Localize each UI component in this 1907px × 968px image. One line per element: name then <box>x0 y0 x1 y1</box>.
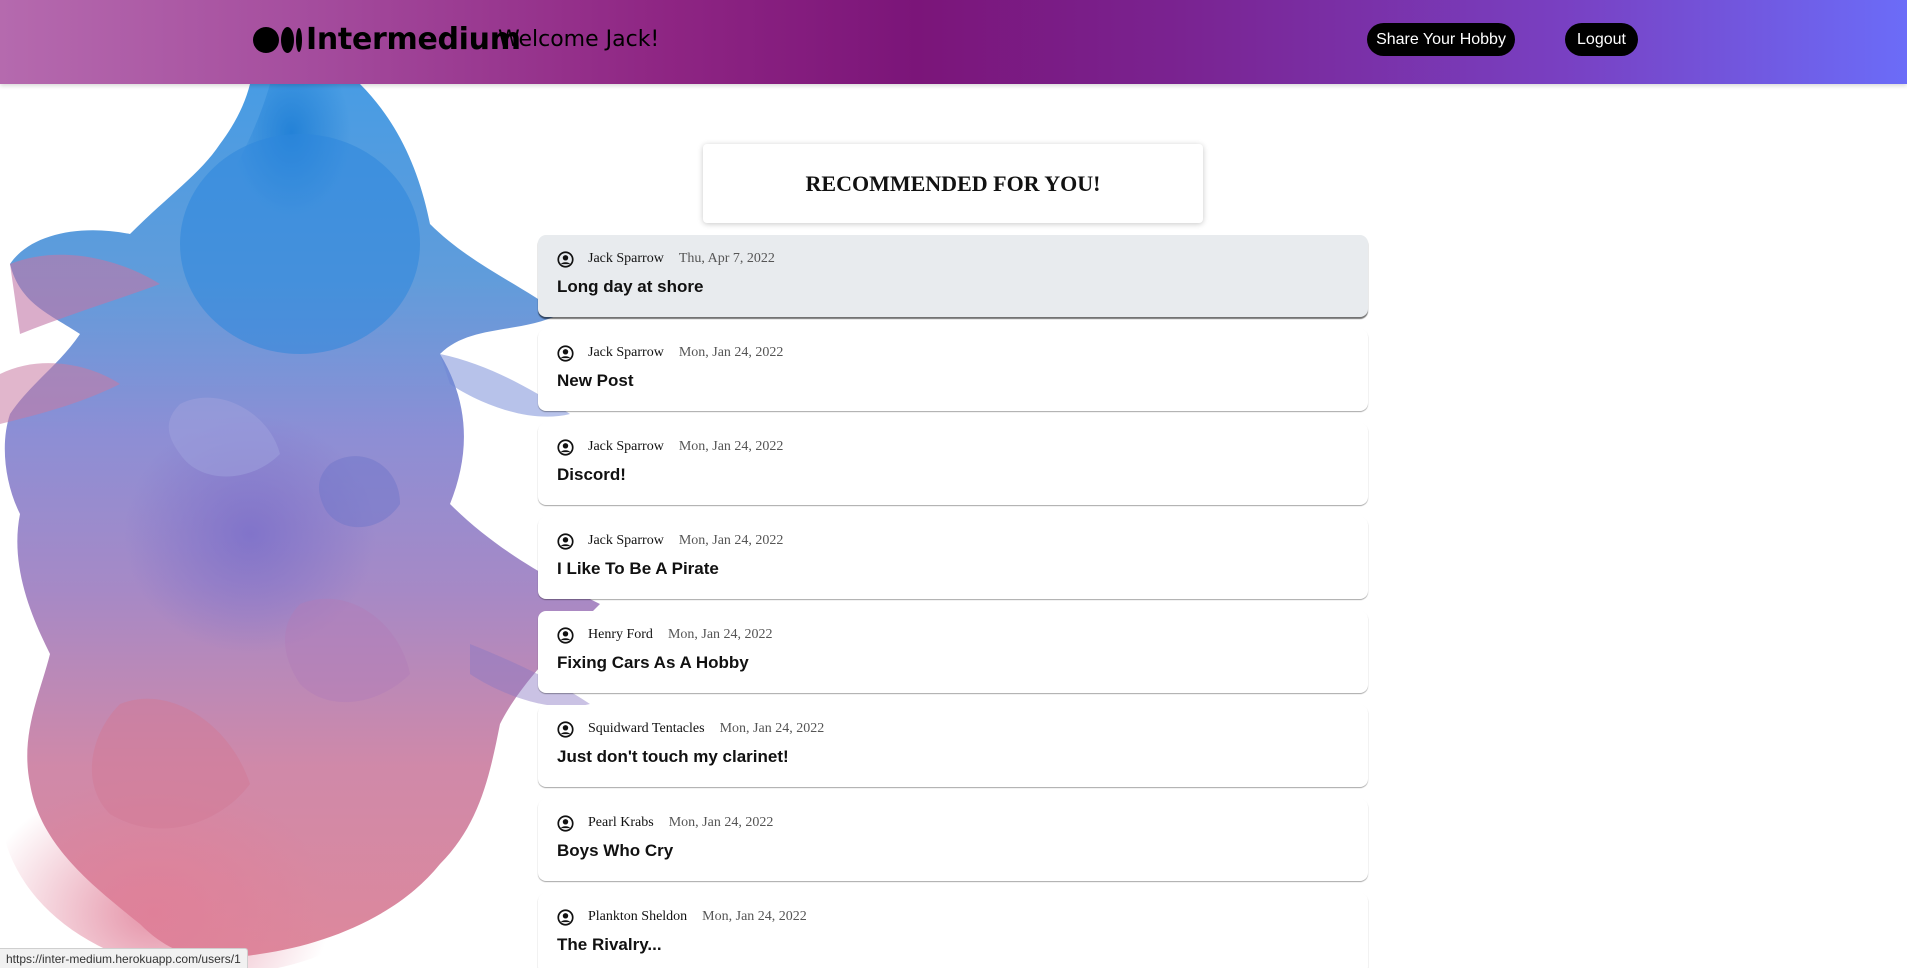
recommended-header-card: RECOMMENDED FOR YOU! <box>703 144 1203 223</box>
post-card[interactable]: Jack Sparrow Mon, Jan 24, 2022 I Like To… <box>538 517 1368 599</box>
post-title[interactable]: New Post <box>557 371 1349 391</box>
user-circle-icon <box>557 438 574 456</box>
user-circle-icon <box>557 532 574 550</box>
user-circle-icon <box>557 626 574 644</box>
post-date: Mon, Jan 24, 2022 <box>678 533 784 548</box>
post-date: Thu, Apr 7, 2022 <box>678 251 775 266</box>
share-your-hobby-button[interactable]: Share Your Hobby <box>1367 23 1515 56</box>
post-card[interactable]: Jack Sparrow Thu, Apr 7, 2022 Long day a… <box>538 235 1368 317</box>
user-circle-icon <box>557 908 574 926</box>
user-circle-icon <box>557 344 574 362</box>
post-title[interactable]: I Like To Be A Pirate <box>557 559 1349 579</box>
section-title: RECOMMENDED FOR YOU! <box>805 170 1101 196</box>
post-author-link[interactable]: Jack Sparrow <box>588 533 664 549</box>
post-title[interactable]: Discord! <box>557 465 1349 485</box>
post-date: Mon, Jan 24, 2022 <box>678 439 784 454</box>
user-circle-icon <box>557 814 574 832</box>
post-card[interactable]: Jack Sparrow Mon, Jan 24, 2022 New Post <box>538 329 1368 411</box>
post-date: Mon, Jan 24, 2022 <box>667 627 773 642</box>
post-card[interactable]: Pearl Krabs Mon, Jan 24, 2022 Boys Who C… <box>538 799 1368 881</box>
post-author-link[interactable]: Henry Ford <box>588 627 653 643</box>
logout-button[interactable]: Logout <box>1565 23 1638 56</box>
post-date: Mon, Jan 24, 2022 <box>678 345 784 360</box>
top-nav-bar: Intermedium Welcome Jack! Share Your Hob… <box>0 0 1907 84</box>
post-author-link[interactable]: Squidward Tentacles <box>588 721 705 737</box>
post-title[interactable]: Boys Who Cry <box>557 841 1349 861</box>
post-title[interactable]: Fixing Cars As A Hobby <box>557 653 1349 673</box>
post-title[interactable]: Just don't touch my clarinet! <box>557 747 1349 767</box>
user-circle-icon <box>557 250 574 268</box>
post-date: Mon, Jan 24, 2022 <box>702 909 807 924</box>
user-circle-icon <box>557 720 574 738</box>
post-date: Mon, Jan 24, 2022 <box>719 721 825 736</box>
post-author-link[interactable]: Jack Sparrow <box>588 439 664 455</box>
post-card[interactable]: Henry Ford Mon, Jan 24, 2022 Fixing Cars… <box>538 611 1368 693</box>
status-bar-url: https://inter-medium.herokuapp.com/users… <box>0 948 248 968</box>
recommended-post-list: Jack Sparrow Thu, Apr 7, 2022 Long day a… <box>538 235 1368 968</box>
post-date: Mon, Jan 24, 2022 <box>668 815 774 830</box>
post-author-link[interactable]: Plankton Sheldon <box>588 909 687 925</box>
post-card[interactable]: Plankton Sheldon Mon, Jan 24, 2022 The R… <box>538 893 1368 968</box>
post-card[interactable]: Squidward Tentacles Mon, Jan 24, 2022 Ju… <box>538 705 1368 787</box>
post-title[interactable]: Long day at shore <box>557 277 1349 297</box>
site-logo[interactable]: Intermedium <box>253 22 521 57</box>
post-author-link[interactable]: Pearl Krabs <box>588 815 654 831</box>
logo-mark-icon <box>253 26 302 53</box>
welcome-message: Welcome Jack! <box>498 27 660 52</box>
logo-text: Intermedium <box>306 22 521 57</box>
post-card[interactable]: Jack Sparrow Mon, Jan 24, 2022 Discord! <box>538 423 1368 505</box>
post-title[interactable]: The Rivalry... <box>557 935 1349 955</box>
post-author-link[interactable]: Jack Sparrow <box>588 345 664 361</box>
post-author-link[interactable]: Jack Sparrow <box>588 251 664 267</box>
